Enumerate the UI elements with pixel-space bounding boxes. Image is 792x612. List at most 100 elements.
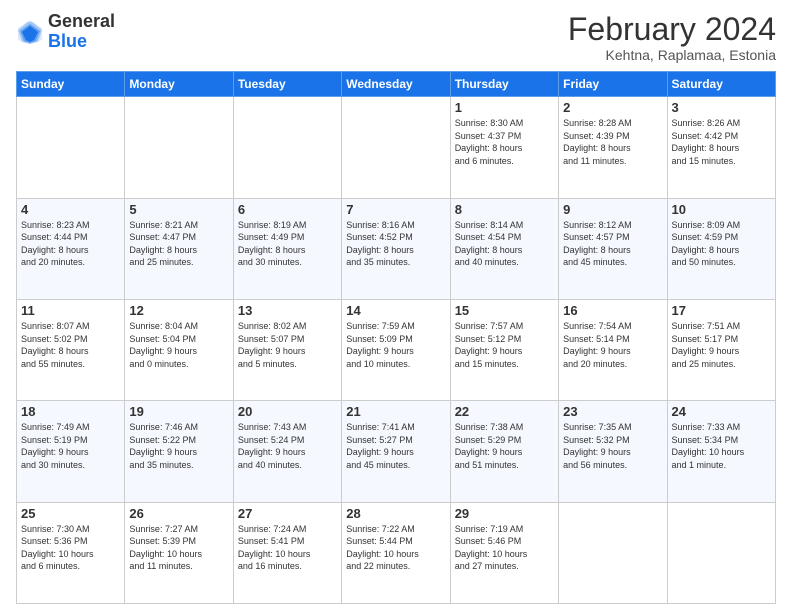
calendar-cell: 7 Sunrise: 8:16 AM Sunset: 4:52 PM Daylig… (342, 198, 450, 299)
day-of-week-monday: Monday (125, 72, 233, 97)
day-number: 12 (129, 303, 228, 318)
calendar-cell: 28 Sunrise: 7:22 AM Sunset: 5:44 PM Dayli… (342, 502, 450, 603)
day-info: Sunrise: 8:23 AM Sunset: 4:44 PM Dayligh… (21, 219, 120, 269)
calendar-cell: 18 Sunrise: 7:49 AM Sunset: 5:19 PM Dayli… (17, 401, 125, 502)
day-info: Sunrise: 8:26 AM Sunset: 4:42 PM Dayligh… (672, 117, 771, 167)
day-info: Sunrise: 7:49 AM Sunset: 5:19 PM Dayligh… (21, 421, 120, 471)
header: General Blue February 2024 Kehtna, Rapla… (16, 12, 776, 63)
day-info: Sunrise: 7:51 AM Sunset: 5:17 PM Dayligh… (672, 320, 771, 370)
calendar-cell: 16 Sunrise: 7:54 AM Sunset: 5:14 PM Dayli… (559, 299, 667, 400)
day-info: Sunrise: 8:09 AM Sunset: 4:59 PM Dayligh… (672, 219, 771, 269)
day-info: Sunrise: 8:02 AM Sunset: 5:07 PM Dayligh… (238, 320, 337, 370)
day-info: Sunrise: 7:41 AM Sunset: 5:27 PM Dayligh… (346, 421, 445, 471)
calendar-week-4: 18 Sunrise: 7:49 AM Sunset: 5:19 PM Dayli… (17, 401, 776, 502)
logo-text: General Blue (48, 12, 115, 52)
day-of-week-saturday: Saturday (667, 72, 775, 97)
day-number: 16 (563, 303, 662, 318)
day-number: 6 (238, 202, 337, 217)
calendar-cell (667, 502, 775, 603)
logo-icon (16, 18, 44, 46)
calendar-cell: 23 Sunrise: 7:35 AM Sunset: 5:32 PM Dayli… (559, 401, 667, 502)
day-number: 22 (455, 404, 554, 419)
day-info: Sunrise: 8:30 AM Sunset: 4:37 PM Dayligh… (455, 117, 554, 167)
day-info: Sunrise: 7:24 AM Sunset: 5:41 PM Dayligh… (238, 523, 337, 573)
day-number: 24 (672, 404, 771, 419)
day-number: 14 (346, 303, 445, 318)
calendar-header-row: SundayMondayTuesdayWednesdayThursdayFrid… (17, 72, 776, 97)
day-number: 15 (455, 303, 554, 318)
calendar-cell: 11Sunrise: 8:07 AM Sunset: 5:02 PM Dayli… (17, 299, 125, 400)
calendar-cell (125, 97, 233, 198)
calendar-cell: 24Sunrise: 7:33 AM Sunset: 5:34 PM Dayli… (667, 401, 775, 502)
day-info: Sunrise: 7:54 AM Sunset: 5:14 PM Dayligh… (563, 320, 662, 370)
day-number: 28 (346, 506, 445, 521)
day-number: 8 (455, 202, 554, 217)
location-subtitle: Kehtna, Raplamaa, Estonia (568, 47, 776, 63)
calendar-table: SundayMondayTuesdayWednesdayThursdayFrid… (16, 71, 776, 604)
calendar-cell: 9Sunrise: 8:12 AM Sunset: 4:57 PM Daylig… (559, 198, 667, 299)
calendar-cell: 12 Sunrise: 8:04 AM Sunset: 5:04 PM Dayli… (125, 299, 233, 400)
title-block: February 2024 Kehtna, Raplamaa, Estonia (568, 12, 776, 63)
day-number: 13 (238, 303, 337, 318)
calendar-cell: 4 Sunrise: 8:23 AM Sunset: 4:44 PM Daylig… (17, 198, 125, 299)
calendar-cell: 6 Sunrise: 8:19 AM Sunset: 4:49 PM Daylig… (233, 198, 341, 299)
calendar-cell: 19 Sunrise: 7:46 AM Sunset: 5:22 PM Dayli… (125, 401, 233, 502)
calendar-cell (233, 97, 341, 198)
day-number: 19 (129, 404, 228, 419)
calendar-cell: 29 Sunrise: 7:19 AM Sunset: 5:46 PM Dayli… (450, 502, 558, 603)
calendar-week-5: 25Sunrise: 7:30 AM Sunset: 5:36 PM Dayli… (17, 502, 776, 603)
day-of-week-wednesday: Wednesday (342, 72, 450, 97)
day-info: Sunrise: 7:46 AM Sunset: 5:22 PM Dayligh… (129, 421, 228, 471)
month-title: February 2024 (568, 12, 776, 47)
day-info: Sunrise: 7:22 AM Sunset: 5:44 PM Dayligh… (346, 523, 445, 573)
logo: General Blue (16, 12, 115, 52)
calendar-cell: 10 Sunrise: 8:09 AM Sunset: 4:59 PM Dayli… (667, 198, 775, 299)
day-info: Sunrise: 8:04 AM Sunset: 5:04 PM Dayligh… (129, 320, 228, 370)
calendar-cell: 3 Sunrise: 8:26 AM Sunset: 4:42 PM Daylig… (667, 97, 775, 198)
day-number: 23 (563, 404, 662, 419)
calendar-cell (342, 97, 450, 198)
day-number: 9 (563, 202, 662, 217)
day-info: Sunrise: 8:19 AM Sunset: 4:49 PM Dayligh… (238, 219, 337, 269)
calendar-cell: 2Sunrise: 8:28 AM Sunset: 4:39 PM Daylig… (559, 97, 667, 198)
day-number: 4 (21, 202, 120, 217)
calendar-cell: 5Sunrise: 8:21 AM Sunset: 4:47 PM Daylig… (125, 198, 233, 299)
calendar-cell: 20 Sunrise: 7:43 AM Sunset: 5:24 PM Dayli… (233, 401, 341, 502)
day-number: 29 (455, 506, 554, 521)
day-number: 21 (346, 404, 445, 419)
calendar-cell: 27 Sunrise: 7:24 AM Sunset: 5:41 PM Dayli… (233, 502, 341, 603)
day-number: 18 (21, 404, 120, 419)
day-number: 27 (238, 506, 337, 521)
day-info: Sunrise: 8:28 AM Sunset: 4:39 PM Dayligh… (563, 117, 662, 167)
logo-blue-text: Blue (48, 31, 87, 51)
calendar-week-1: 1 Sunrise: 8:30 AM Sunset: 4:37 PM Daylig… (17, 97, 776, 198)
day-of-week-tuesday: Tuesday (233, 72, 341, 97)
day-of-week-sunday: Sunday (17, 72, 125, 97)
day-info: Sunrise: 8:16 AM Sunset: 4:52 PM Dayligh… (346, 219, 445, 269)
calendar-cell: 14 Sunrise: 7:59 AM Sunset: 5:09 PM Dayli… (342, 299, 450, 400)
day-info: Sunrise: 7:35 AM Sunset: 5:32 PM Dayligh… (563, 421, 662, 471)
day-info: Sunrise: 7:19 AM Sunset: 5:46 PM Dayligh… (455, 523, 554, 573)
calendar-cell: 1 Sunrise: 8:30 AM Sunset: 4:37 PM Daylig… (450, 97, 558, 198)
day-number: 3 (672, 100, 771, 115)
day-number: 10 (672, 202, 771, 217)
day-number: 7 (346, 202, 445, 217)
day-number: 11 (21, 303, 120, 318)
calendar-week-3: 11Sunrise: 8:07 AM Sunset: 5:02 PM Dayli… (17, 299, 776, 400)
calendar-cell: 26Sunrise: 7:27 AM Sunset: 5:39 PM Dayli… (125, 502, 233, 603)
calendar-cell: 13 Sunrise: 8:02 AM Sunset: 5:07 PM Dayli… (233, 299, 341, 400)
calendar-cell: 15Sunrise: 7:57 AM Sunset: 5:12 PM Dayli… (450, 299, 558, 400)
calendar-cell: 8Sunrise: 8:14 AM Sunset: 4:54 PM Daylig… (450, 198, 558, 299)
calendar-week-2: 4 Sunrise: 8:23 AM Sunset: 4:44 PM Daylig… (17, 198, 776, 299)
calendar-cell: 17 Sunrise: 7:51 AM Sunset: 5:17 PM Dayli… (667, 299, 775, 400)
day-of-week-friday: Friday (559, 72, 667, 97)
day-number: 17 (672, 303, 771, 318)
day-info: Sunrise: 7:59 AM Sunset: 5:09 PM Dayligh… (346, 320, 445, 370)
day-info: Sunrise: 7:43 AM Sunset: 5:24 PM Dayligh… (238, 421, 337, 471)
day-number: 5 (129, 202, 228, 217)
page: General Blue February 2024 Kehtna, Rapla… (0, 0, 792, 612)
calendar-cell: 25Sunrise: 7:30 AM Sunset: 5:36 PM Dayli… (17, 502, 125, 603)
day-number: 1 (455, 100, 554, 115)
day-number: 20 (238, 404, 337, 419)
logo-general-text: General (48, 11, 115, 31)
